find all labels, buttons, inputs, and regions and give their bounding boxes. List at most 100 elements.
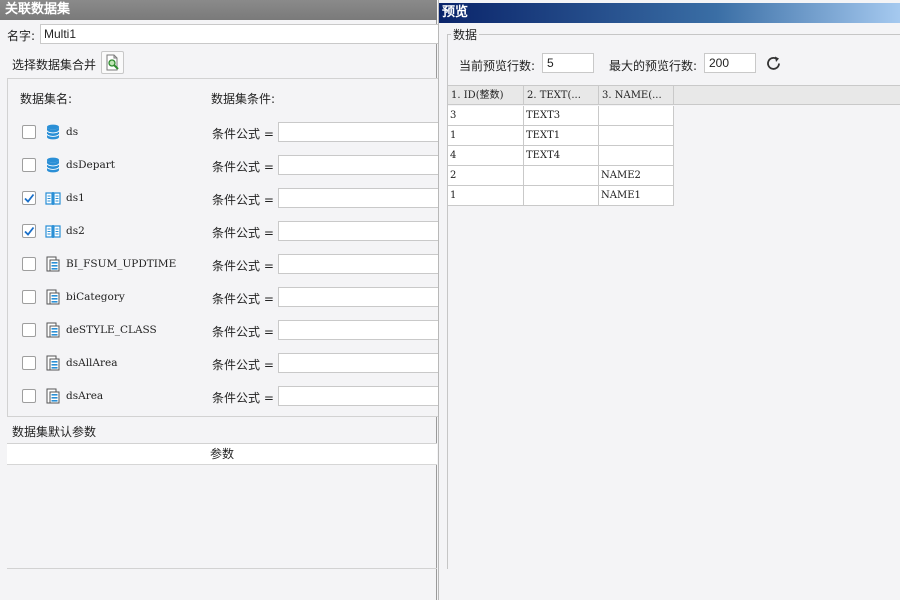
table-cell[interactable] <box>524 186 599 206</box>
table-row: 2 NAME2 <box>448 166 674 186</box>
dataset-checkbox[interactable] <box>22 158 36 172</box>
current-rows-label: 当前预览行数: <box>459 59 536 73</box>
dataset-row: deSTYLE_CLASS 条件公式 = <box>8 319 440 343</box>
condition-formula-label: 条件公式 = <box>212 358 274 372</box>
data-group-legend: 数据 <box>451 26 480 43</box>
grid-column-header[interactable]: 2. TEXT(... <box>524 86 599 105</box>
checkmark-icon <box>24 193 35 203</box>
book-icon <box>44 189 62 207</box>
dataset-name: deSTYLE_CLASS <box>66 324 157 336</box>
condition-formula-input[interactable] <box>278 188 440 208</box>
table-cell[interactable]: NAME2 <box>599 166 674 186</box>
condition-formula-input[interactable] <box>278 122 440 142</box>
table-row: 1 NAME1 <box>448 186 674 206</box>
server-dataset-icon <box>44 255 62 273</box>
dataset-row: ds 条件公式 = <box>8 121 440 145</box>
table-cell[interactable] <box>599 126 674 146</box>
condition-formula-input[interactable] <box>278 386 440 406</box>
condition-formula-label: 条件公式 = <box>212 292 274 306</box>
document-search-icon <box>106 54 119 71</box>
dataset-row: ds1 条件公式 = <box>8 187 440 211</box>
condition-formula-label: 条件公式 = <box>212 391 274 405</box>
name-input[interactable] <box>40 24 440 44</box>
dataset-checkbox[interactable] <box>22 191 36 205</box>
table-cell[interactable]: 1 <box>448 126 524 146</box>
dataset-name: dsArea <box>66 390 104 402</box>
table-row: 1 TEXT1 <box>448 126 674 146</box>
param-column-header[interactable]: 参数 <box>7 444 437 465</box>
grid-column-header[interactable]: 3. NAME(... <box>599 86 674 105</box>
table-row: 3 TEXT3 <box>448 106 674 126</box>
condition-formula-input[interactable] <box>278 320 440 340</box>
dataset-list: 数据集名: 数据集条件: ds 条件公式 = dsDepart 条件公式 = ds1 条件… <box>7 78 440 417</box>
dataset-checkbox[interactable] <box>22 290 36 304</box>
condition-formula-label: 条件公式 = <box>212 160 274 174</box>
dataset-name: dsDepart <box>66 159 115 171</box>
server-dataset-icon <box>44 354 62 372</box>
dataset-name: BI_FSUM_UPDTIME <box>66 258 177 270</box>
dataset-row: dsAllArea 条件公式 = <box>8 352 440 376</box>
panel-title: 关联数据集 <box>0 0 437 20</box>
dataset-checkbox[interactable] <box>22 323 36 337</box>
dataset-row: biCategory 条件公式 = <box>8 286 440 310</box>
table-cell[interactable]: 1 <box>448 186 524 206</box>
refresh-icon <box>767 56 780 70</box>
merge-label: 选择数据集合并 <box>12 58 97 72</box>
book-icon <box>44 222 62 240</box>
dataset-row: dsDepart 条件公式 = <box>8 154 440 178</box>
merge-row: 选择数据集合并 <box>0 51 437 75</box>
condition-formula-input[interactable] <box>278 155 440 175</box>
table-row: 4 TEXT4 <box>448 146 674 166</box>
default-params-title: 数据集默认参数 <box>12 425 97 439</box>
table-cell[interactable] <box>599 146 674 166</box>
column-header-dataset-name: 数据集名: <box>20 92 73 106</box>
table-cell[interactable]: 2 <box>448 166 524 186</box>
condition-formula-input[interactable] <box>278 353 440 373</box>
grid-column-header[interactable]: 1. ID(整数) <box>448 86 524 105</box>
name-row: 名字: <box>0 23 440 45</box>
grid-header: 1. ID(整数) 2. TEXT(... 3. NAME(... <box>448 86 900 105</box>
condition-formula-label: 条件公式 = <box>212 226 274 240</box>
column-header-dataset-condition: 数据集条件: <box>211 92 276 106</box>
condition-formula-input[interactable] <box>278 287 440 307</box>
name-label: 名字: <box>7 29 36 43</box>
server-dataset-icon <box>44 321 62 339</box>
table-cell[interactable]: 3 <box>448 106 524 126</box>
table-cell[interactable]: 4 <box>448 146 524 166</box>
merge-preview-button[interactable] <box>101 51 124 74</box>
preview-title: 预览 <box>439 3 900 23</box>
table-cell[interactable] <box>524 166 599 186</box>
preview-grid: 1. ID(整数) 2. TEXT(... 3. NAME(... 3 TEXT3 1 T… <box>448 85 900 569</box>
dataset-checkbox[interactable] <box>22 389 36 403</box>
dataset-row: dsArea 条件公式 = <box>8 385 440 409</box>
dataset-name: dsAllArea <box>66 357 118 369</box>
dataset-name: ds2 <box>66 225 85 237</box>
dataset-name: ds <box>66 126 79 138</box>
dataset-name: biCategory <box>66 291 125 303</box>
param-table: 参数 <box>7 443 437 569</box>
dataset-checkbox[interactable] <box>22 257 36 271</box>
table-cell[interactable]: TEXT1 <box>524 126 599 146</box>
server-dataset-icon <box>44 387 62 405</box>
condition-formula-label: 条件公式 = <box>212 325 274 339</box>
server-dataset-icon <box>44 288 62 306</box>
condition-formula-input[interactable] <box>278 221 440 241</box>
max-rows-input[interactable] <box>704 53 756 73</box>
table-cell[interactable]: TEXT3 <box>524 106 599 126</box>
dataset-checkbox[interactable] <box>22 224 36 238</box>
dataset-row: ds2 条件公式 = <box>8 220 440 244</box>
checkmark-icon <box>24 226 35 236</box>
condition-formula-label: 条件公式 = <box>212 259 274 273</box>
table-cell[interactable] <box>599 106 674 126</box>
dataset-checkbox[interactable] <box>22 125 36 139</box>
condition-formula-label: 条件公式 = <box>212 193 274 207</box>
dataset-relation-panel: 关联数据集 名字: 选择数据集合并 数据集名: 数据集条件: ds条件公式 =d… <box>0 0 440 600</box>
condition-formula-label: 条件公式 = <box>212 127 274 141</box>
table-cell[interactable]: TEXT4 <box>524 146 599 166</box>
dataset-checkbox[interactable] <box>22 356 36 370</box>
max-rows-label: 最大的预览行数: <box>609 59 698 73</box>
refresh-button[interactable] <box>764 54 784 74</box>
current-rows-input[interactable] <box>542 53 594 73</box>
table-cell[interactable]: NAME1 <box>599 186 674 206</box>
condition-formula-input[interactable] <box>278 254 440 274</box>
